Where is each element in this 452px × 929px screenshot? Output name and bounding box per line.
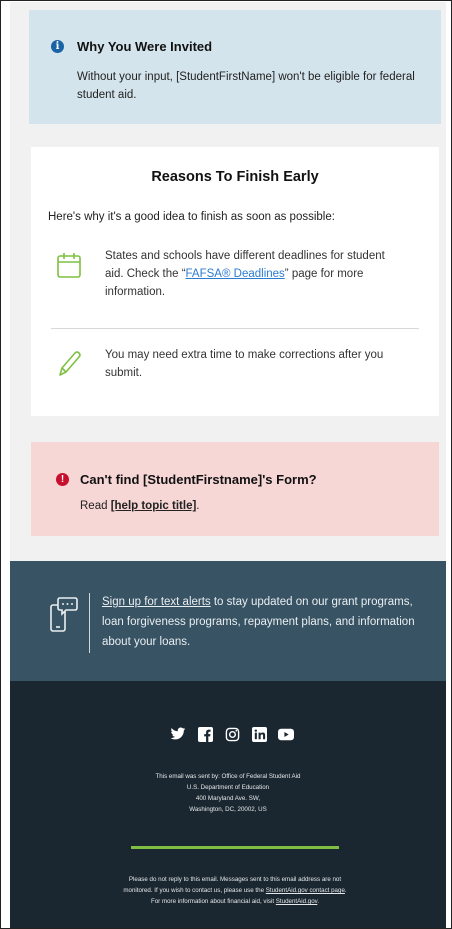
no-reply-notice: Please do not reply to this email. Messa… (120, 874, 350, 907)
reasons-divider (51, 328, 419, 329)
phone-chat-icon (50, 597, 78, 632)
why-invited-panel: i Why You Were Invited Without your inpu… (29, 10, 441, 124)
email-footer: This email was sent by: Office of Federa… (10, 681, 446, 928)
why-invited-title: Why You Were Invited (77, 39, 213, 54)
sender-line: This email was sent by: Office of Federa… (155, 773, 301, 780)
twitter-icon[interactable] (170, 726, 186, 742)
alert-read-pre: Read (80, 500, 111, 512)
reasons-intro: Here's why it's a good idea to finish as… (48, 211, 335, 223)
reasons-title: Reasons To Finish Early (151, 169, 319, 185)
reason-deadlines-text: States and schools have different deadli… (105, 247, 395, 301)
help-topic-link[interactable]: [help topic title] (111, 500, 197, 512)
calendar-icon (57, 253, 81, 278)
studentaid-link[interactable]: StudentAid.gov (276, 898, 318, 905)
linkedin-icon[interactable] (251, 726, 267, 742)
email-body: i Why You Were Invited Without your inpu… (10, 2, 446, 928)
sender-line: 400 Maryland Ave. SW, (195, 795, 261, 802)
contact-page-link[interactable]: StudentAid.gov contact page (266, 887, 345, 894)
text-alerts-divider (89, 593, 90, 653)
alert-icon: ! (56, 473, 69, 486)
no-reply-end: . (317, 898, 320, 905)
sign-up-text-alerts-link[interactable]: Sign up for text alerts (102, 596, 211, 608)
reasons-card: Reasons To Finish Early Here's why it's … (31, 147, 439, 416)
info-icon: i (51, 40, 64, 53)
youtube-icon[interactable] (278, 726, 294, 742)
alert-read-post: . (196, 500, 200, 512)
instagram-icon[interactable] (224, 726, 240, 742)
fafsa-deadlines-link[interactable]: FAFSA® Deadlines (186, 268, 285, 280)
reason-corrections-text: You may need extra time to make correcti… (105, 349, 384, 379)
footer-accent-bar (131, 846, 339, 849)
alert-body: Read [help topic title]. (80, 500, 200, 512)
text-alerts-band: Sign up for text alerts to stay updated … (10, 561, 446, 681)
cant-find-form-alert: ! Can't find [StudentFirstname]'s Form? … (31, 442, 439, 536)
text-alerts-message: Sign up for text alerts to stay updated … (102, 592, 417, 652)
pencil-icon (59, 351, 81, 376)
sender-line: Washington, DC, 20002, US (189, 806, 267, 813)
sender-address: This email was sent by: Office of Federa… (10, 771, 446, 815)
social-links (170, 726, 294, 742)
why-invited-body: Without your input, [StudentFirstName] w… (77, 71, 415, 101)
sender-line: U.S. Department of Education (186, 784, 270, 791)
facebook-icon[interactable] (197, 726, 213, 742)
alert-title: Can't find [StudentFirstname]'s Form? (80, 472, 317, 487)
email-frame: i Why You Were Invited Without your inpu… (0, 0, 452, 929)
